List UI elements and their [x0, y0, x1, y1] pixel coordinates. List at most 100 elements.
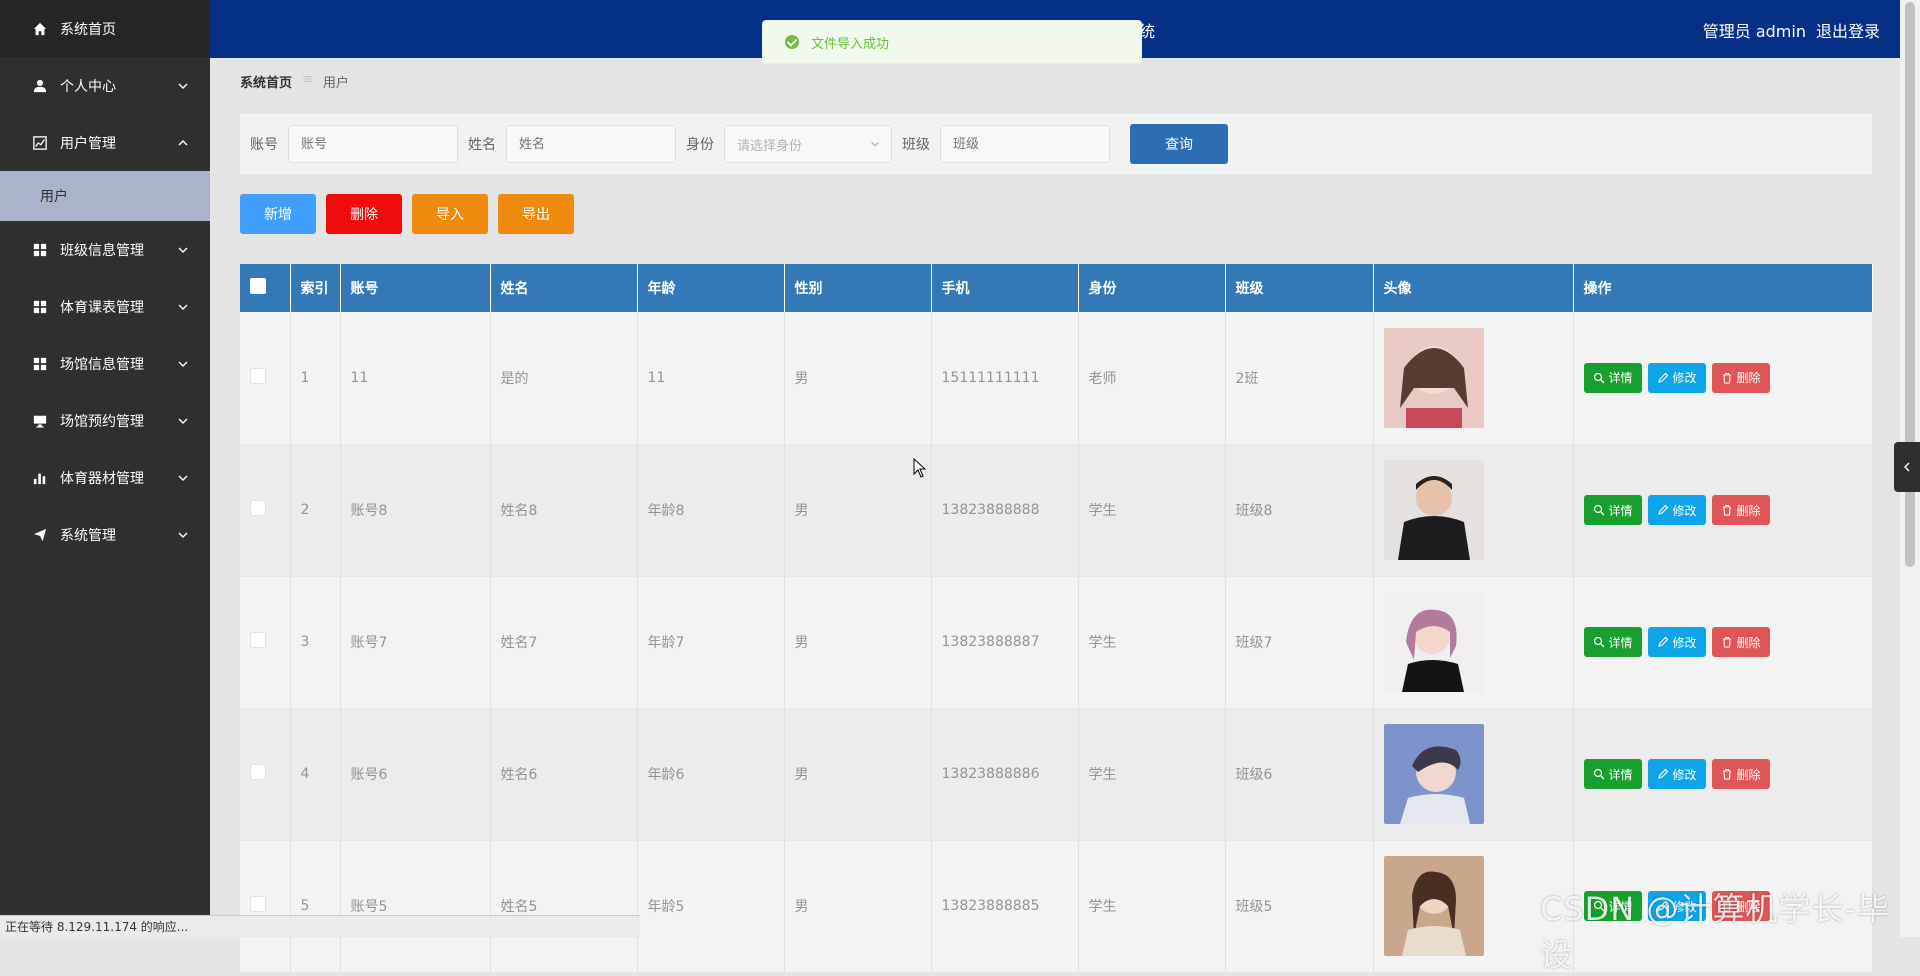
- query-button[interactable]: 查询: [1130, 124, 1228, 164]
- cell-gender: 男: [784, 444, 932, 577]
- column-header-class: 班级: [1225, 264, 1374, 312]
- sidebar-item-home[interactable]: 系统首页: [0, 0, 210, 57]
- user-table: 索引 账号 姓名 年龄 性别 手机 身份 班级 头像 操作 1 11 是的 11…: [240, 264, 1873, 973]
- cell-gender: 男: [784, 840, 932, 973]
- sidebar-item-venue-info[interactable]: 场馆信息管理: [0, 335, 210, 392]
- cell-class: 班级7: [1225, 576, 1374, 709]
- row-select-cell[interactable]: [240, 576, 291, 709]
- edit-button[interactable]: 修改: [1647, 495, 1706, 525]
- status-text: 正在等待 8.129.11.174 的响应...: [5, 920, 189, 934]
- cell-ops: 详情 修改 删除: [1573, 312, 1873, 445]
- search-icon: [1593, 768, 1604, 780]
- chevron-down-icon: [869, 138, 881, 154]
- class-search-input[interactable]: [940, 125, 1110, 163]
- current-user-label: 管理员 admin: [1702, 22, 1806, 41]
- column-header-ops: 操作: [1573, 264, 1873, 312]
- role-select[interactable]: 请选择身份: [724, 125, 892, 163]
- edit-button[interactable]: 修改: [1647, 759, 1706, 789]
- cell-index: 1: [290, 312, 341, 445]
- detail-label: 详情: [1608, 767, 1633, 782]
- cell-age: 11: [637, 312, 785, 445]
- edit-button[interactable]: 修改: [1647, 362, 1706, 393]
- cell-age: 年龄8: [637, 444, 785, 577]
- export-button[interactable]: 导出: [498, 194, 574, 234]
- delete-button[interactable]: 删除: [1711, 759, 1770, 789]
- cell-name: 姓名7: [490, 576, 638, 709]
- delete-label: 删除: [1736, 635, 1761, 650]
- row-select-cell[interactable]: [240, 312, 291, 445]
- sidebar-item-label: 个人中心: [60, 78, 116, 95]
- watermark: CSDN @计算机学长-毕设: [1540, 890, 1890, 974]
- collapse-panel-toggle[interactable]: [1894, 442, 1920, 492]
- cell-name: 姓名8: [490, 444, 638, 577]
- select-all-checkbox[interactable]: [250, 278, 266, 294]
- detail-button[interactable]: 详情: [1583, 627, 1642, 657]
- row-select-cell[interactable]: [240, 708, 291, 841]
- chevron-left-icon: [1904, 462, 1910, 472]
- cell-role: 老师: [1078, 312, 1226, 445]
- cell-class: 班级6: [1225, 708, 1374, 841]
- row-checkbox[interactable]: [250, 367, 266, 384]
- sidebar-item-system[interactable]: 系统管理: [0, 506, 210, 563]
- row-checkbox[interactable]: [250, 632, 266, 648]
- table-row: 2 账号8 姓名8 年龄8 男 13823888888 学生 班级8 详情 修改…: [240, 444, 1873, 577]
- sidebar-item-pe-schedule[interactable]: 体育课表管理: [0, 278, 210, 335]
- user-icon: [32, 78, 48, 94]
- batch-delete-button[interactable]: 删除: [326, 194, 402, 234]
- delete-label: 删除: [1736, 503, 1761, 518]
- sidebar-item-class-info[interactable]: 班级信息管理: [0, 221, 210, 278]
- delete-button[interactable]: 删除: [1711, 495, 1770, 525]
- cell-role: 学生: [1078, 840, 1226, 973]
- edit-label: 修改: [1672, 503, 1697, 518]
- cell-class: 班级5: [1225, 840, 1374, 973]
- search-icon: [1593, 372, 1604, 384]
- edit-label: 修改: [1672, 371, 1697, 386]
- detail-button[interactable]: 详情: [1583, 495, 1642, 525]
- row-checkbox[interactable]: [250, 500, 266, 516]
- cell-class: 班级8: [1225, 444, 1374, 577]
- delete-button[interactable]: 删除: [1711, 627, 1770, 657]
- table-row: 3 账号7 姓名7 年龄7 男 13823888887 学生 班级7 详情 修改…: [240, 576, 1873, 709]
- import-button[interactable]: 导入: [412, 194, 488, 234]
- grid-icon: [32, 356, 48, 372]
- class-label: 班级: [902, 137, 930, 153]
- delete-label: 删除: [1736, 767, 1761, 782]
- sidebar-item-profile[interactable]: 个人中心: [0, 57, 210, 114]
- name-search-input[interactable]: [506, 125, 676, 163]
- detail-button[interactable]: 详情: [1583, 759, 1642, 789]
- account-label: 账号: [250, 137, 278, 153]
- sidebar-item-label: 体育课表管理: [60, 299, 144, 316]
- cell-account: 账号7: [340, 576, 491, 709]
- sidebar-item-venue-booking[interactable]: 场馆预约管理: [0, 392, 210, 449]
- sidebar-item-label: 体育器材管理: [60, 470, 144, 487]
- logout-link[interactable]: 退出登录: [1816, 18, 1880, 42]
- edit-button[interactable]: 修改: [1647, 627, 1706, 657]
- cell-account: 11: [340, 312, 491, 445]
- row-select-cell[interactable]: [240, 840, 291, 973]
- search-icon: [1593, 636, 1604, 648]
- cell-phone: 13823888886: [931, 708, 1079, 841]
- detail-button[interactable]: 详情: [1583, 362, 1642, 393]
- sidebar-item-label: 场馆预约管理: [60, 413, 144, 430]
- sidebar-subitem-user[interactable]: 用户: [0, 171, 210, 221]
- sidebar-item-pe-equipment[interactable]: 体育器材管理: [0, 449, 210, 506]
- select-all-cell[interactable]: [240, 264, 291, 312]
- trash-icon: [1722, 372, 1731, 384]
- chevron-down-icon: [176, 243, 190, 257]
- add-button[interactable]: 新增: [240, 194, 316, 234]
- breadcrumb-home[interactable]: 系统首页: [240, 72, 292, 91]
- avatar: [1383, 327, 1484, 428]
- row-checkbox[interactable]: [250, 764, 266, 780]
- row-checkbox[interactable]: [250, 896, 266, 912]
- account-search-input[interactable]: [288, 125, 458, 163]
- detail-label: 详情: [1608, 371, 1633, 386]
- delete-button[interactable]: 删除: [1711, 362, 1770, 393]
- chevron-down-icon: [176, 300, 190, 314]
- sidebar-item-user-management[interactable]: 用户管理: [0, 114, 210, 171]
- row-select-cell[interactable]: [240, 444, 291, 577]
- cell-gender: 男: [784, 708, 932, 841]
- avatar: [1383, 724, 1484, 824]
- cell-ops: 详情 修改 删除: [1573, 444, 1873, 577]
- sidebar-item-label: 系统首页: [60, 21, 116, 38]
- avatar: [1383, 460, 1484, 560]
